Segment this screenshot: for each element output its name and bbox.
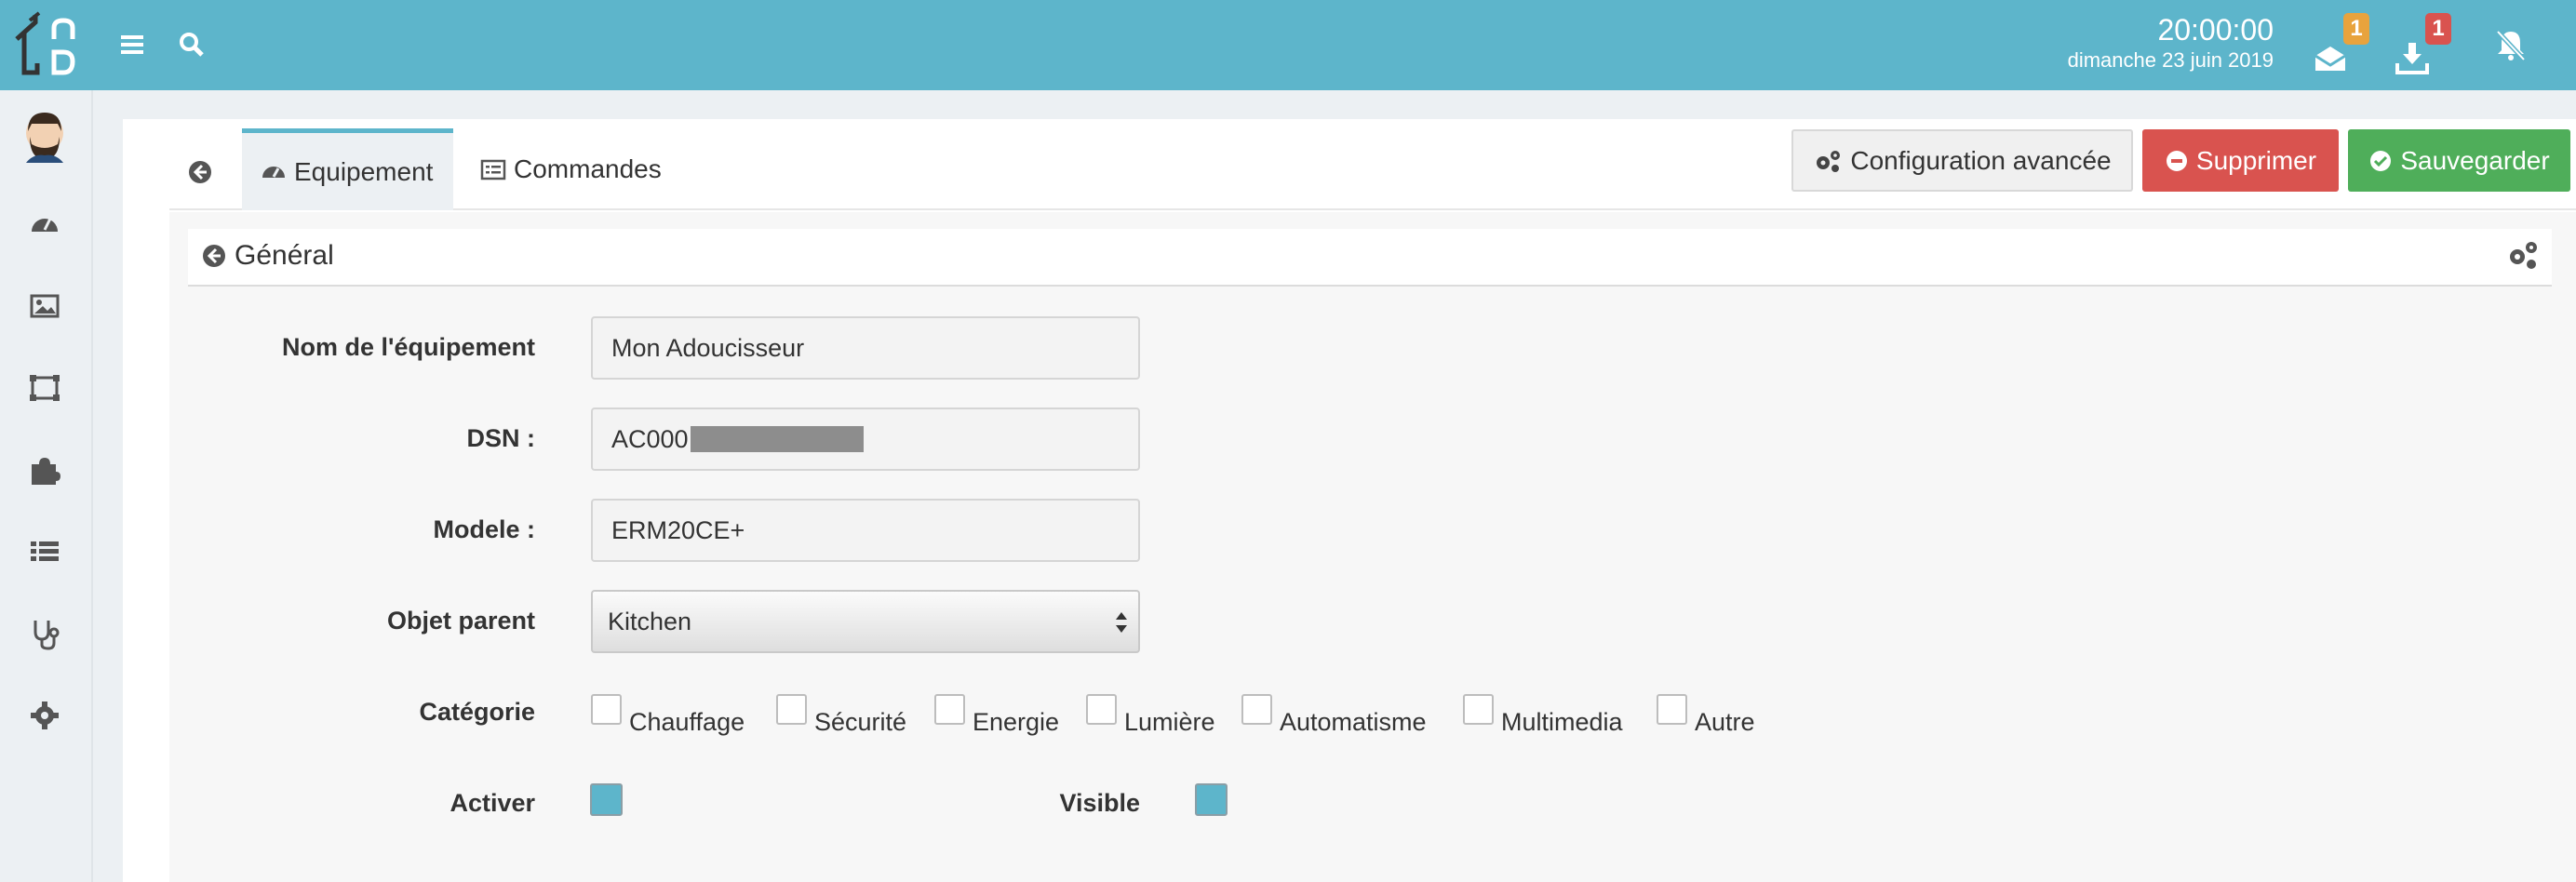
name-label: Nom de l'équipement	[282, 333, 535, 361]
updates-badge: 1	[2425, 13, 2451, 45]
check-circle-icon	[2370, 150, 2392, 171]
sidebar	[0, 90, 93, 882]
dashboard-icon[interactable]	[28, 207, 61, 241]
category-multimedia-label: Multimedia	[1501, 708, 1623, 736]
category-lumiere[interactable]: Lumière	[1086, 694, 1215, 737]
model-input[interactable]: ERM20CE+	[591, 499, 1140, 562]
checkbox[interactable]	[776, 694, 807, 725]
clock-time: 20:00:00	[2157, 13, 2274, 47]
section-title[interactable]: Général	[201, 240, 334, 272]
category-chauffage[interactable]: Chauffage	[591, 694, 745, 737]
category-automatisme-label: Automatisme	[1280, 708, 1427, 736]
list-icon[interactable]	[28, 535, 61, 568]
category-securite-label: Sécurité	[814, 708, 907, 736]
checkbox[interactable]	[1086, 694, 1117, 725]
menu-icon[interactable]	[115, 26, 153, 63]
tab-commandes-label: Commandes	[514, 154, 662, 183]
name-input[interactable]: Mon Adoucisseur	[591, 316, 1140, 380]
list-alt-icon	[480, 159, 506, 180]
tab-equipement[interactable]: Equipement	[242, 128, 453, 210]
dsn-value: AC000	[611, 424, 689, 453]
advanced-config-label: Configuration avancée	[1850, 145, 2112, 175]
category-automatisme[interactable]: Automatisme	[1241, 694, 1427, 737]
name-value: Mon Adoucisseur	[611, 333, 805, 362]
clock: 20:00:00 dimanche 23 juin 2019	[2068, 13, 2274, 74]
gear-icon[interactable]	[28, 699, 61, 732]
parent-select[interactable]: Kitchen	[591, 590, 1140, 653]
category-energie-label: Energie	[973, 708, 1060, 736]
category-multimedia[interactable]: Multimedia	[1463, 694, 1623, 737]
checkbox[interactable]	[1463, 694, 1494, 725]
category-autre-label: Autre	[1695, 708, 1755, 736]
gears-icon	[1817, 150, 1841, 172]
advanced-config-button[interactable]: Configuration avancée	[1791, 129, 2133, 192]
form-area	[169, 212, 2576, 882]
category-energie[interactable]: Energie	[934, 694, 1059, 737]
jeedom-logo[interactable]	[11, 11, 82, 78]
section-header	[188, 229, 2552, 287]
checkbox[interactable]	[1657, 694, 1687, 725]
save-button[interactable]: Sauvegarder	[2348, 129, 2570, 192]
update-icon[interactable]	[2394, 39, 2431, 76]
object-icon[interactable]	[28, 371, 61, 405]
activate-label: Activer	[449, 789, 535, 817]
section-title-label: Général	[235, 240, 334, 271]
checkbox[interactable]	[934, 694, 965, 725]
model-value: ERM20CE+	[611, 515, 745, 544]
tab-equipement-label: Equipement	[294, 156, 434, 186]
minus-circle-icon	[2166, 150, 2187, 171]
select-arrows-icon	[1116, 612, 1127, 633]
model-label: Modele :	[433, 515, 535, 543]
visible-checkbox[interactable]	[1195, 783, 1228, 816]
messages-icon[interactable]	[2312, 39, 2349, 76]
avatar[interactable]	[24, 113, 65, 163]
dsn-label: DSN :	[466, 424, 536, 452]
messages-badge: 1	[2343, 13, 2369, 45]
parent-label: Objet parent	[386, 607, 535, 635]
parent-value: Kitchen	[608, 607, 692, 635]
checkbox[interactable]	[1241, 694, 1272, 725]
category-lumiere-label: Lumière	[1124, 708, 1215, 736]
stethoscope-icon[interactable]	[28, 617, 61, 650]
image-icon[interactable]	[28, 289, 61, 323]
category-label: Catégorie	[419, 698, 535, 726]
delete-label: Supprimer	[2195, 145, 2317, 175]
visible-label: Visible	[1059, 789, 1140, 817]
gears-icon[interactable]	[2505, 238, 2539, 272]
dsn-input[interactable]: AC000	[591, 408, 1140, 471]
checkbox[interactable]	[591, 694, 622, 725]
category-chauffage-label: Chauffage	[629, 708, 745, 736]
plugin-icon[interactable]	[28, 453, 61, 487]
clock-date: dimanche 23 juin 2019	[2067, 48, 2274, 72]
back-arrow-icon	[203, 245, 225, 267]
save-label: Sauvegarder	[2400, 145, 2550, 175]
back-arrow-icon[interactable]	[186, 158, 214, 186]
dashboard-icon	[262, 166, 285, 178]
delete-button[interactable]: Supprimer	[2142, 129, 2339, 192]
top-bar: 20:00:00 dimanche 23 juin 2019 1 1	[0, 0, 2576, 90]
redacted-block	[690, 426, 864, 452]
category-autre[interactable]: Autre	[1657, 694, 1755, 737]
search-icon[interactable]	[173, 26, 210, 63]
tab-commandes[interactable]: Commandes	[480, 128, 662, 210]
category-securite[interactable]: Sécurité	[776, 694, 906, 737]
bell-slash-icon[interactable]	[2492, 26, 2529, 63]
activate-checkbox[interactable]	[590, 783, 623, 816]
